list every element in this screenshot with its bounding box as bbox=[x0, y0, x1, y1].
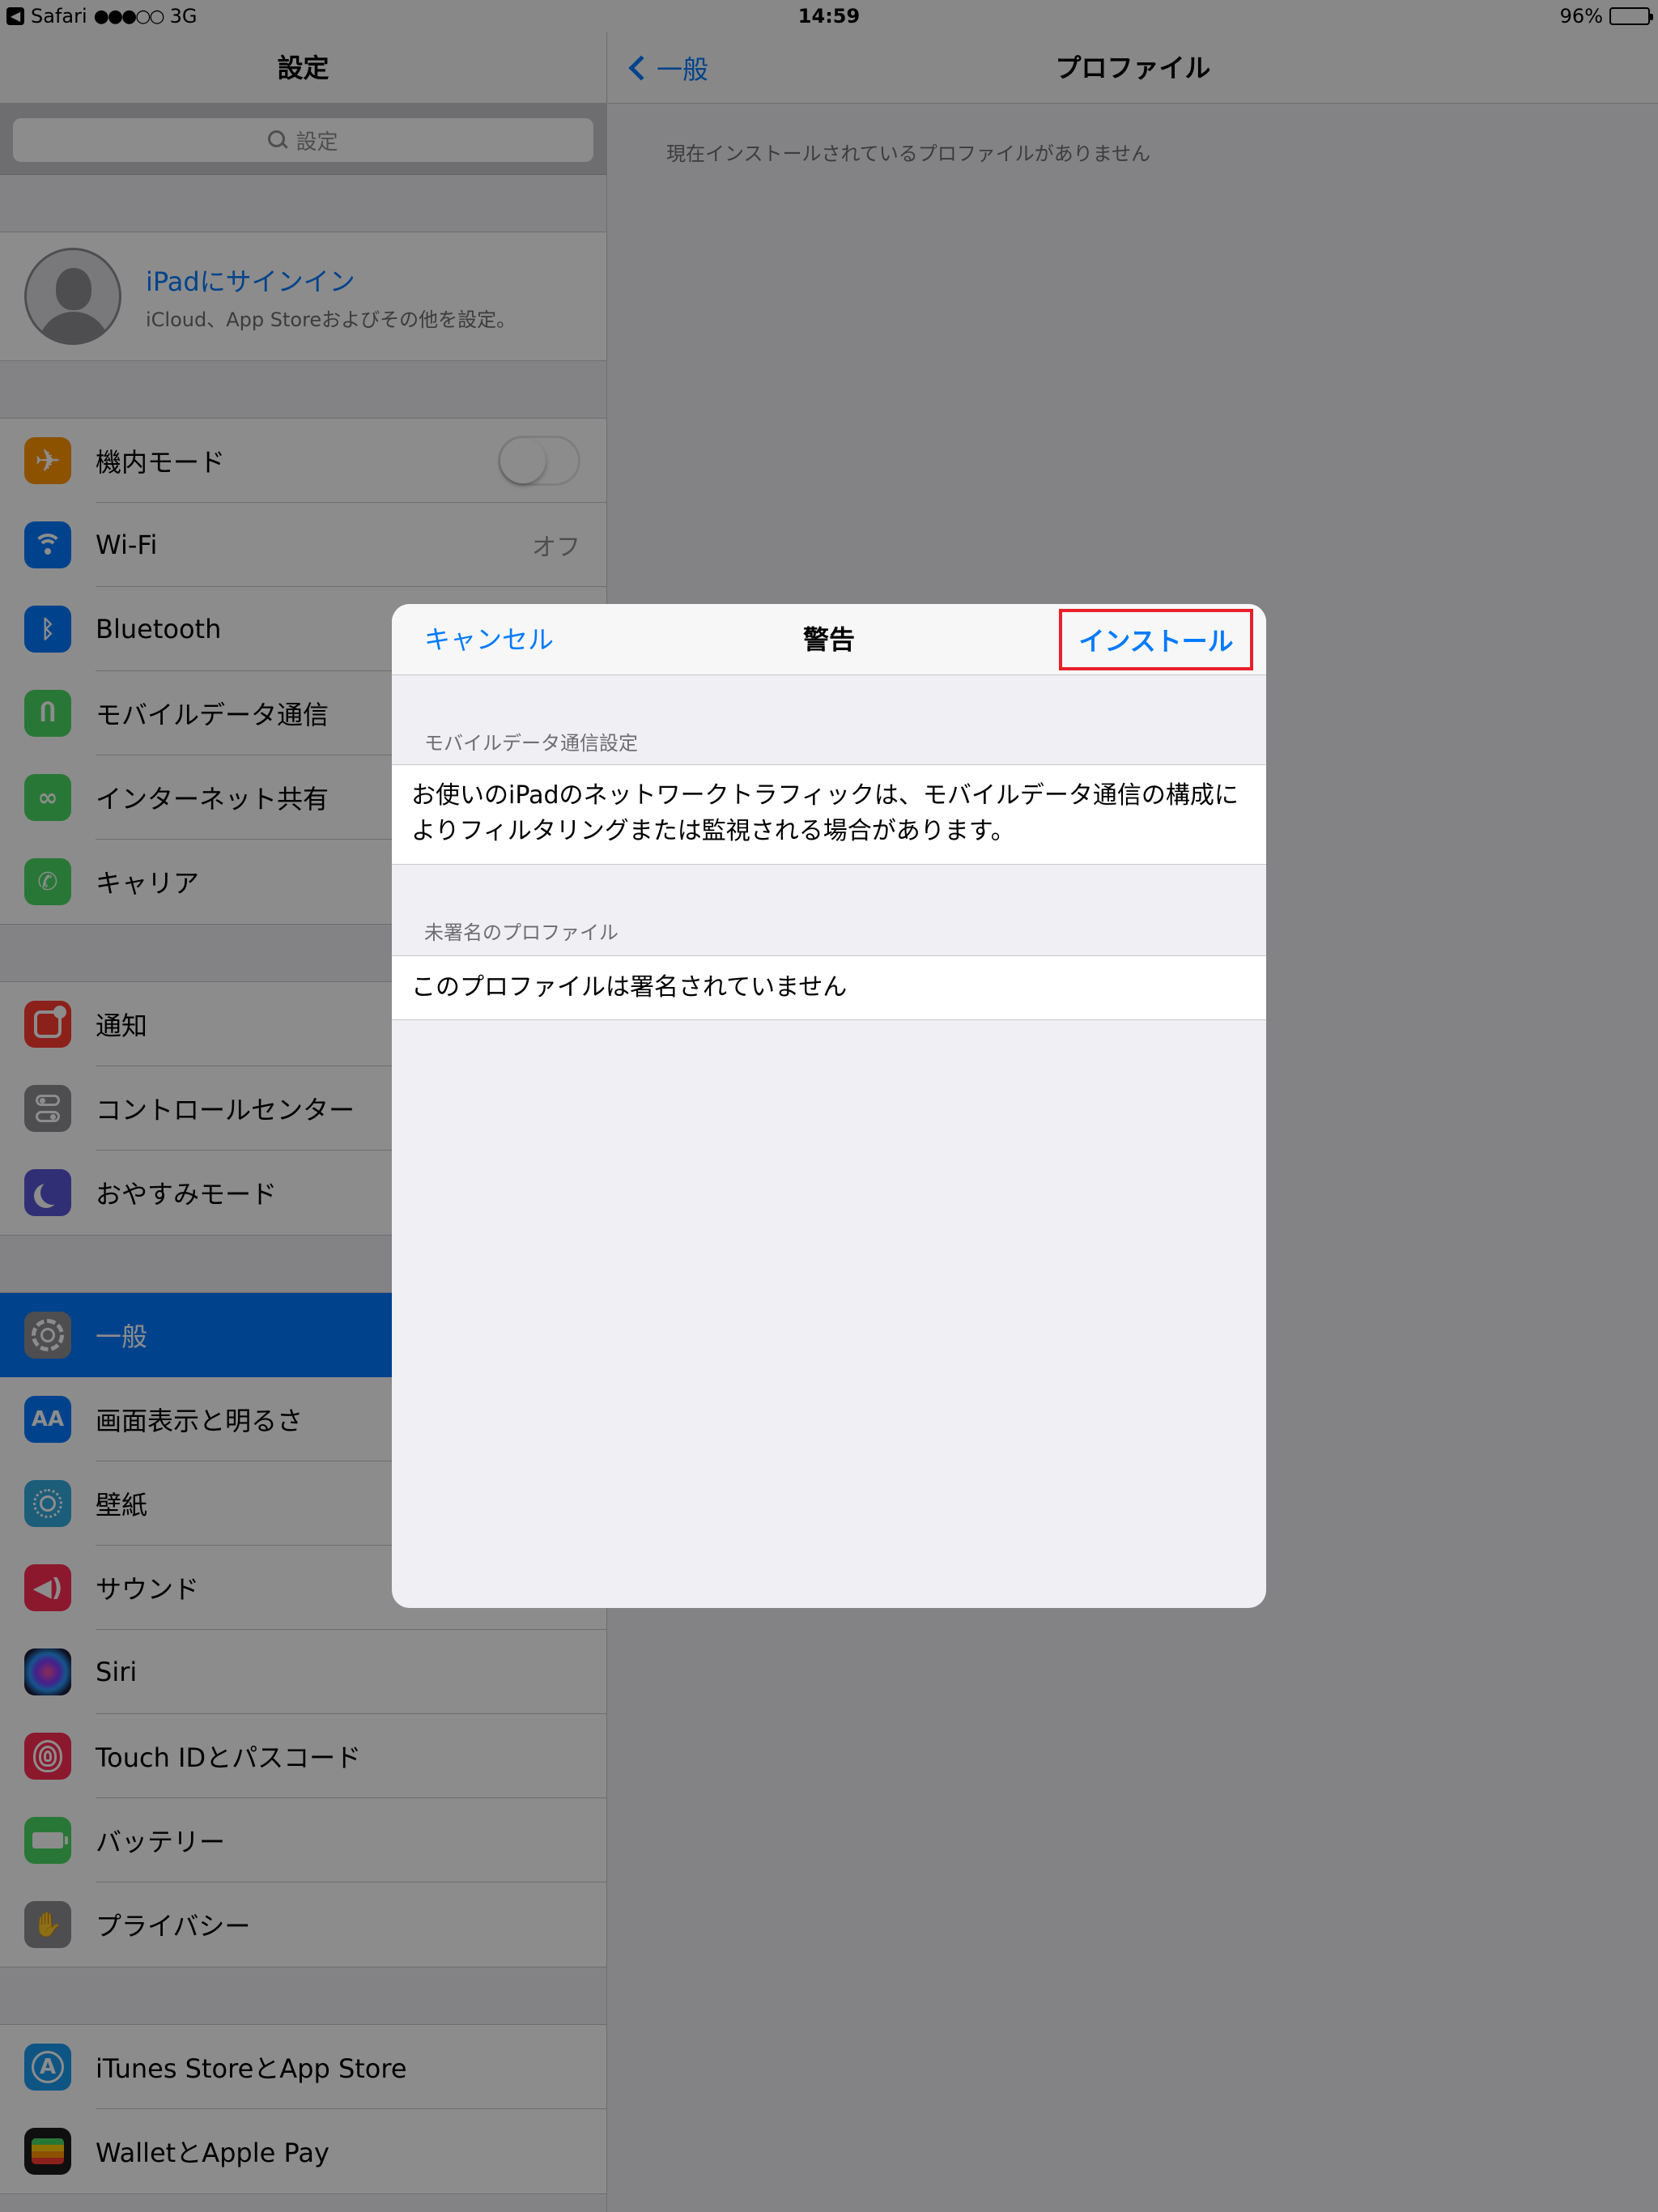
cancel-button[interactable]: キャンセル bbox=[424, 604, 554, 675]
warning-modal: キャンセル 警告 インストール モバイルデータ通信設定 お使いのiPadのネット… bbox=[392, 604, 1266, 1608]
section-header-unsigned: 未署名のプロファイル bbox=[424, 921, 619, 944]
section-header-mobile-data: モバイルデータ通信設定 bbox=[424, 732, 638, 755]
install-button[interactable]: インストール bbox=[1059, 609, 1253, 670]
unsigned-profile-text: このプロファイルは署名されていません bbox=[392, 955, 1266, 1020]
modal-nav-bar: キャンセル 警告 インストール bbox=[392, 604, 1266, 675]
mobile-data-warning-text: お使いのiPadのネットワークトラフィックは、モバイルデータ通信の構成によりフィ… bbox=[392, 764, 1266, 865]
